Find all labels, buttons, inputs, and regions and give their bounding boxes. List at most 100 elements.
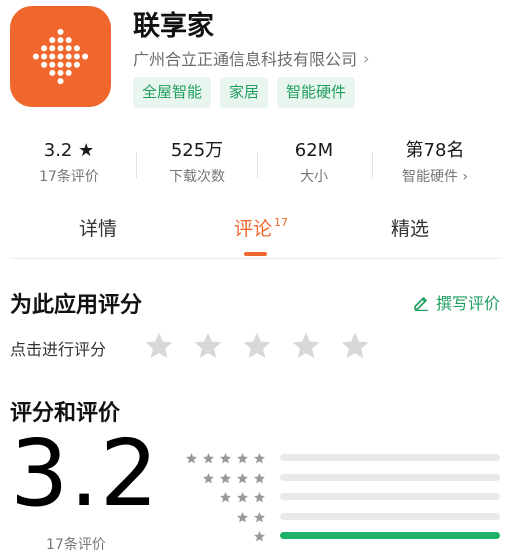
- tab-reviews[interactable]: 评论 17: [234, 214, 288, 241]
- logo-dot: [57, 53, 64, 60]
- distribution-stars: [219, 491, 266, 504]
- distribution-bar-track: [280, 493, 500, 500]
- distribution-row-1-star: [180, 528, 510, 548]
- stats-row: 3.2 ★ 17条评价 525万 下载次数 62M 大小 第78名 智能硬件 ›: [0, 138, 512, 192]
- star-icon: [237, 453, 248, 464]
- active-tab-indicator: [244, 252, 267, 256]
- logo-dot: [73, 53, 80, 60]
- logo-dot: [73, 61, 80, 68]
- logo-dot: [82, 53, 89, 60]
- logo-dot: [49, 37, 56, 44]
- tab-bar: 详情 评论 17 精选: [0, 214, 512, 254]
- star-icon: [254, 453, 265, 464]
- stat-downloads-value: 525万: [170, 140, 224, 161]
- tab-reviews-count: 17: [274, 216, 289, 229]
- rating-distribution: [180, 450, 510, 548]
- star-icon: [237, 492, 248, 503]
- app-icon: [10, 6, 111, 107]
- star-icon: [186, 453, 197, 464]
- star-1-icon[interactable]: [143, 330, 175, 362]
- star-icon: [254, 511, 265, 522]
- tab-details[interactable]: 详情: [79, 214, 117, 241]
- star-icon: [203, 453, 214, 464]
- tap-to-rate-label: 点击进行评分: [10, 340, 107, 359]
- logo-dot: [73, 45, 80, 52]
- logo-dot: [65, 69, 72, 76]
- stat-divider: [257, 152, 258, 178]
- stat-size-label: 大小: [300, 169, 328, 185]
- tag-smart-hardware[interactable]: 智能硬件: [277, 77, 356, 108]
- star-icon: [254, 531, 265, 542]
- distribution-stars: [202, 472, 266, 485]
- stat-downloads-label: 下载次数: [169, 169, 225, 185]
- distribution-stars: [185, 452, 266, 465]
- star-icon: [237, 511, 248, 522]
- stat-size: 62M 大小: [283, 138, 345, 186]
- distribution-row-3-star: [180, 489, 510, 509]
- logo-dot: [49, 53, 56, 60]
- distribution-stars: [236, 511, 266, 524]
- tab-reviews-label: 评论: [234, 218, 273, 240]
- tag-list: 全屋智能 家居 智能硬件: [133, 77, 356, 108]
- tab-details-label: 详情: [79, 218, 118, 240]
- logo-dot: [41, 61, 48, 68]
- rating-stars: [143, 330, 371, 362]
- star-5-icon[interactable]: [339, 330, 371, 362]
- chevron-right-icon: ›: [363, 48, 370, 68]
- rate-section-title: 为此应用评分: [10, 293, 143, 318]
- logo-dot: [41, 53, 48, 60]
- distribution-bar-track: [280, 532, 500, 539]
- write-review-button[interactable]: 撰写评价: [413, 290, 500, 314]
- stat-downloads: 525万 下载次数: [160, 138, 234, 186]
- star-icon: [220, 453, 231, 464]
- stat-divider: [136, 152, 137, 178]
- star-icon: [203, 472, 214, 483]
- average-score: 3.2: [10, 420, 160, 527]
- stat-rank-label: 智能硬件 ›: [401, 169, 469, 185]
- logo-dot: [65, 37, 72, 44]
- stat-rank[interactable]: 第78名 智能硬件 ›: [390, 138, 480, 186]
- stat-size-value: 62M: [294, 140, 334, 161]
- star-icon: [220, 492, 231, 503]
- star-icon: [237, 472, 248, 483]
- logo-dot: [57, 45, 64, 52]
- stat-rating: 3.2 ★ 17条评价: [34, 138, 104, 186]
- star-icon: [254, 472, 265, 483]
- logo-dot: [32, 53, 39, 60]
- tag-whole-home[interactable]: 全屋智能: [133, 77, 212, 108]
- edit-icon: [414, 296, 428, 311]
- distribution-bar-track: [280, 454, 500, 461]
- logo-dot: [49, 61, 56, 68]
- distribution-bar-track: [280, 512, 500, 520]
- divider: [10, 258, 502, 259]
- app-name: 联享家: [133, 11, 214, 42]
- write-review-label: 撰写评价: [435, 294, 500, 313]
- distribution-row-5-star: [180, 450, 510, 470]
- review-count: 17条评价: [46, 537, 106, 553]
- dot-logo-icon: [32, 28, 89, 85]
- star-4-icon[interactable]: [290, 330, 322, 362]
- logo-dot: [57, 28, 64, 35]
- tab-featured-label: 精选: [391, 218, 430, 240]
- logo-dot: [57, 78, 64, 85]
- stat-rank-value: 第78名: [405, 140, 465, 161]
- distribution-row-2-star: [180, 509, 510, 529]
- distribution-bar-track: [280, 473, 500, 481]
- star-icon: [220, 472, 231, 483]
- distribution-bar-fill: [280, 532, 500, 539]
- logo-dot: [41, 45, 48, 52]
- logo-dot: [65, 45, 72, 52]
- star-2-icon[interactable]: [192, 330, 224, 362]
- logo-dot: [49, 69, 56, 76]
- tab-featured[interactable]: 精选: [391, 214, 429, 241]
- stat-rating-value: 3.2 ★: [43, 140, 95, 161]
- star-3-icon[interactable]: [241, 330, 273, 362]
- logo-dot: [57, 61, 64, 68]
- distribution-row-4-star: [180, 470, 510, 490]
- distribution-stars: [253, 530, 266, 543]
- logo-dot: [57, 37, 64, 44]
- stat-rating-label: 17条评价: [39, 169, 99, 185]
- logo-dot: [49, 45, 56, 52]
- developer-link[interactable]: 广州合立正通信息科技有限公司 ›: [133, 46, 369, 70]
- tag-home[interactable]: 家居: [220, 77, 269, 108]
